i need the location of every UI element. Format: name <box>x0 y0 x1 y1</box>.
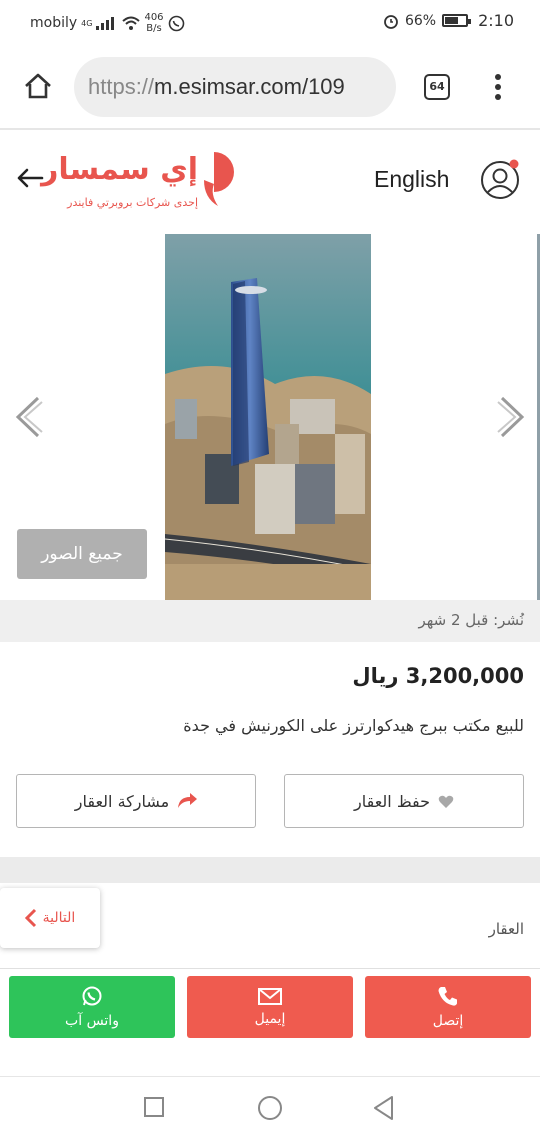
call-button[interactable]: إتصل <box>365 976 531 1038</box>
tab-switcher-button[interactable]: 64 <box>424 74 450 100</box>
status-bar: mobily 4G 406 B/s 66% 2:10 <box>0 0 540 44</box>
browser-toolbar: https://m.esimsar.com/109 64 <box>0 44 540 130</box>
address-bar[interactable]: https://m.esimsar.com/109 <box>74 57 396 117</box>
next-listing-button[interactable]: التالية <box>0 888 100 948</box>
url-text: m.esimsar.com/109 <box>154 74 345 99</box>
site-logo[interactable]: إي سمسار إحدى شركات بروبرتي فايندر <box>41 148 250 218</box>
chevron-left-icon <box>24 908 36 928</box>
all-photos-button[interactable]: جميع الصور <box>17 529 147 579</box>
published-bar: نُشر: قبل 2 شهر <box>0 600 540 642</box>
battery-icon <box>442 14 472 27</box>
section-divider <box>0 857 540 883</box>
language-switch[interactable]: English <box>374 166 449 193</box>
whatsapp-button[interactable]: واتس آب <box>9 976 175 1038</box>
recent-apps-button[interactable] <box>144 1097 164 1117</box>
whatsapp-icon <box>82 986 102 1006</box>
signal-icon <box>96 16 115 30</box>
home-button[interactable] <box>18 66 58 106</box>
net-speed-value: 406 <box>144 12 164 23</box>
property-photo[interactable] <box>165 234 371 600</box>
share-arrow-icon <box>178 793 198 808</box>
envelope-icon <box>258 987 282 1005</box>
browser-menu-button[interactable] <box>488 70 508 104</box>
logo-tagline: إحدى شركات بروبرتي فايندر <box>67 196 198 209</box>
system-navigation-bar <box>0 1076 540 1140</box>
whatsapp-label: واتس آب <box>65 1013 119 1029</box>
next-photo-chevron-icon[interactable] <box>494 394 528 440</box>
user-account-icon[interactable] <box>480 156 524 200</box>
home-nav-button[interactable] <box>258 1096 282 1120</box>
whatsapp-notification-icon <box>168 15 184 31</box>
battery-percent: 66% <box>404 12 437 29</box>
logo-name: إي سمسار <box>41 152 198 187</box>
save-property-label: حفظ العقار <box>354 791 430 811</box>
alarm-icon <box>384 14 398 29</box>
net-speed: 406 B/s <box>144 12 163 34</box>
site-header: إي سمسار إحدى شركات بروبرتي فايندر Engli… <box>0 132 540 234</box>
email-button[interactable]: إيميل <box>187 976 353 1038</box>
wifi-icon <box>122 16 141 30</box>
home-icon <box>25 73 51 99</box>
back-triangle-icon[interactable] <box>372 1095 396 1121</box>
url-scheme: https:// <box>88 74 155 99</box>
email-label: إيميل <box>254 1010 286 1027</box>
net-speed-unit: B/s <box>146 23 162 34</box>
published-date: نُشر: قبل 2 شهر <box>418 611 524 629</box>
share-property-button[interactable]: مشاركة العقار <box>16 774 256 828</box>
heart-icon <box>438 795 454 808</box>
network-type: 4G <box>81 18 93 28</box>
call-label: إتصل <box>432 1013 464 1029</box>
property-section-label: العقار <box>488 920 524 938</box>
logo-mark-icon <box>204 152 234 206</box>
share-property-label: مشاركة العقار <box>74 791 170 811</box>
phone-icon <box>438 987 457 1006</box>
listing-title: للبيع مكتب ببرج هيدكوارترز على الكورنيش … <box>183 716 524 735</box>
footer-divider <box>0 968 540 969</box>
save-property-button[interactable]: حفظ العقار <box>284 774 524 828</box>
previous-photo-chevron-icon[interactable] <box>12 394 46 440</box>
photo-gallery: جميع الصور <box>0 234 540 600</box>
listing-price: 3,200,000 ريال <box>352 664 524 688</box>
next-listing-label: التالية <box>42 910 76 926</box>
clock: 2:10 <box>478 11 514 30</box>
carrier-name: mobily <box>30 15 78 31</box>
